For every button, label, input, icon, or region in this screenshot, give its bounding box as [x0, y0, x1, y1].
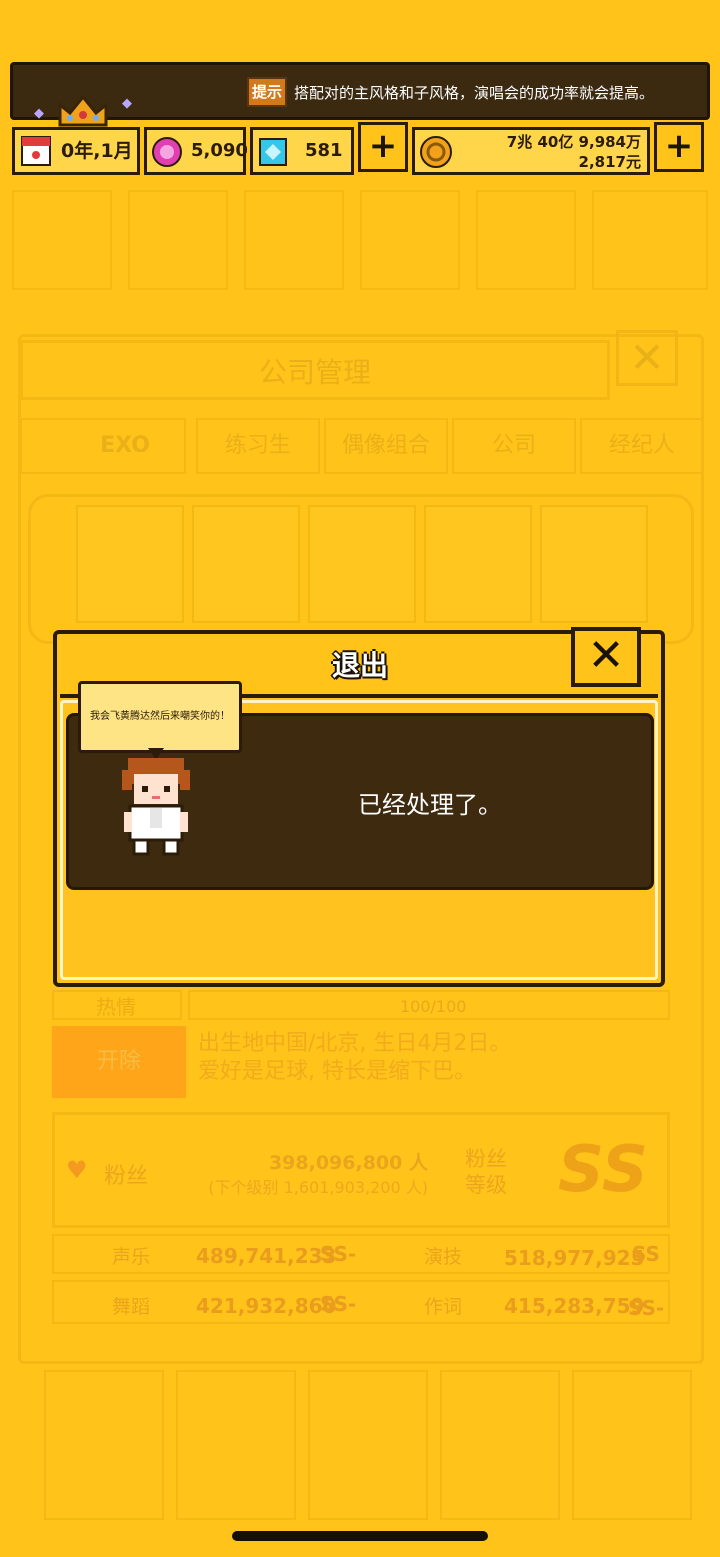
fan-level-grade: SS	[558, 1133, 648, 1207]
member-card[interactable]	[76, 505, 184, 623]
pink-gem-icon	[152, 137, 182, 167]
heart-icon: ♥	[66, 1156, 88, 1184]
pink-gem-count: 5,090	[191, 140, 248, 161]
fan-level-label: 粉丝等级	[465, 1147, 507, 1197]
stat-value: 415,283,759	[504, 1294, 645, 1318]
tab-idol-group[interactable]: 偶像组合	[324, 418, 448, 474]
stat-grade: SS-	[320, 1242, 357, 1266]
bottom-nav-slot	[308, 1370, 428, 1520]
blue-gem-box: 581	[250, 127, 354, 175]
blue-gem-icon	[259, 138, 287, 166]
tab-manager[interactable]: 经纪人	[580, 418, 704, 474]
stat-name: 舞蹈	[112, 1296, 151, 1318]
dialog-message: 已经处理了。	[358, 791, 502, 819]
menu-slot	[128, 190, 228, 290]
member-description-line-1: 出生地中国/北京, 生日4月2日。	[198, 1031, 512, 1056]
member-description-line-2: 爱好是足球, 特长是缩下巴。	[198, 1059, 476, 1084]
speech-bubble: 我会飞黄腾达然后来嘲笑你的！	[78, 681, 242, 753]
bottom-nav-slot	[176, 1370, 296, 1520]
bottom-nav-slot	[572, 1370, 692, 1520]
passion-label-cell: 热情	[52, 990, 182, 1020]
menu-slot	[476, 190, 576, 290]
bottom-nav-slot	[44, 1370, 164, 1520]
tab-company[interactable]: 公司	[452, 418, 576, 474]
menu-slot	[592, 190, 708, 290]
sparkle-icon: ◆	[34, 106, 44, 121]
fans-next-level: (下个级别 1,601,903,200 人)	[208, 1178, 428, 1197]
home-indicator[interactable]	[232, 1531, 488, 1541]
stat-name: 演技	[424, 1246, 463, 1268]
menu-slot	[12, 190, 112, 290]
stat-value: 421,932,860	[196, 1294, 337, 1318]
fire-button[interactable]: 开除	[52, 1026, 186, 1098]
tab-exo[interactable]: EXO	[20, 418, 186, 474]
money-line-1: 7兆 40亿 9,984万	[506, 133, 641, 151]
dialog-title: 退出	[331, 649, 388, 682]
hint-icon: 提示	[247, 77, 287, 107]
passion-bar: 100/100	[188, 990, 670, 1020]
menu-slot	[360, 190, 460, 290]
fans-count: 398,096,800 人	[268, 1152, 428, 1174]
company-panel-close-button[interactable]: ✕	[616, 330, 678, 386]
crown-icon	[58, 95, 108, 127]
member-card[interactable]	[192, 505, 300, 623]
passion-value: 100/100	[400, 997, 467, 1016]
menu-slot	[244, 190, 344, 290]
date-label: 0年,1月	[61, 140, 133, 162]
bottom-nav-slot	[440, 1370, 560, 1520]
stat-grade: SS-	[628, 1296, 665, 1320]
stat-grade: SS	[632, 1242, 660, 1266]
stat-name: 作词	[424, 1296, 463, 1318]
calendar-icon	[21, 136, 51, 166]
stat-value: 518,977,925	[504, 1246, 645, 1270]
hint-text: 搭配对的主风格和子风格，演唱会的成功率就会提高。	[294, 84, 655, 102]
stat-name: 声乐	[112, 1246, 151, 1268]
money-line-2: 2,817元	[578, 153, 641, 171]
member-description: 出生地中国/北京, 生日4月2日。 爱好是足球, 特长是缩下巴。	[198, 1030, 668, 1086]
member-card[interactable]	[308, 505, 416, 623]
passion-label: 热情	[96, 995, 136, 1019]
sparkle-icon: ◆	[122, 96, 132, 111]
character-sprite	[122, 758, 190, 856]
fans-label: 粉丝	[104, 1164, 149, 1189]
dialog-close-button[interactable]: ✕	[571, 627, 641, 687]
pink-gem-box: 5,090	[144, 127, 248, 175]
member-card[interactable]	[424, 505, 532, 623]
tab-exo-label: EXO	[100, 433, 150, 458]
blue-gem-count: 581	[305, 140, 343, 161]
stat-value: 489,741,233	[196, 1244, 337, 1268]
buy-money-button[interactable]: +	[654, 122, 704, 172]
money-box: 7兆 40亿 9,984万 2,817元	[412, 127, 650, 175]
buy-gems-button[interactable]: +	[358, 122, 408, 172]
stat-grade: SS-	[320, 1292, 357, 1316]
add-member-card[interactable]	[540, 505, 648, 623]
company-panel-title: 公司管理	[20, 340, 610, 400]
date-box: 0年,1月	[12, 127, 140, 175]
tab-trainee[interactable]: 练习生	[196, 418, 320, 474]
coin-icon	[420, 136, 452, 168]
